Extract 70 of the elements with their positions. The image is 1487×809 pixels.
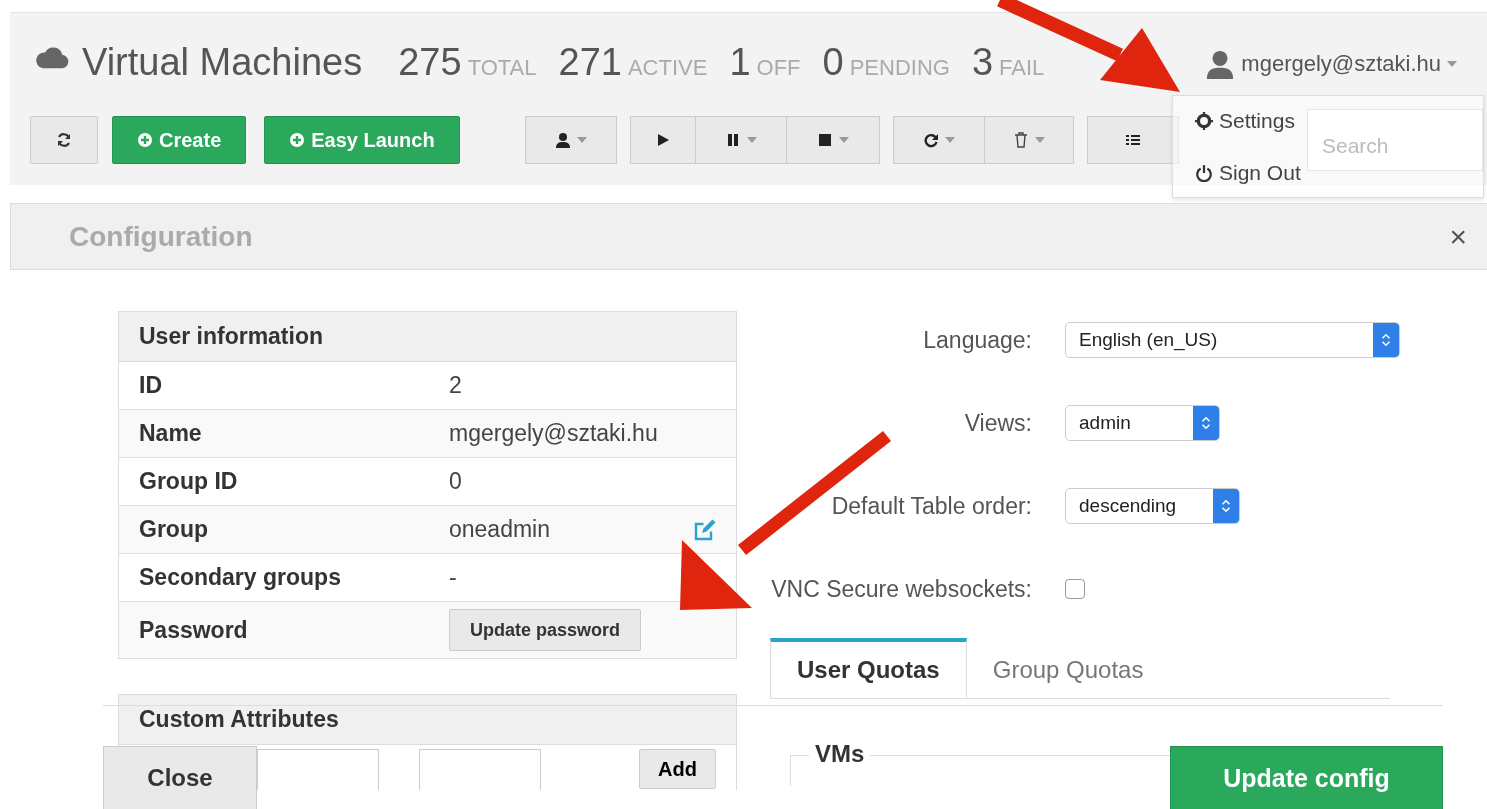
select-field[interactable]: admin xyxy=(1065,405,1220,441)
field-label: Default Table order: xyxy=(830,492,1033,520)
stat-label: PENDING xyxy=(849,55,950,81)
trash-icon xyxy=(1012,132,1029,148)
plus-circle-icon xyxy=(289,132,306,148)
refresh-button[interactable] xyxy=(30,116,98,164)
stat-count: 0 xyxy=(822,41,844,84)
user-dropdown-button[interactable] xyxy=(524,116,617,164)
refresh-icon xyxy=(56,132,72,148)
user-menu-button[interactable]: mgergely@sztaki.hu xyxy=(1205,49,1457,79)
table-header: Custom Attributes xyxy=(119,695,736,745)
stat-count: 271 xyxy=(558,41,622,84)
stat-count: 3 xyxy=(971,41,994,84)
reboot-button[interactable] xyxy=(892,116,985,164)
select-field[interactable]: English (en_US) xyxy=(1065,322,1400,358)
input-field[interactable] xyxy=(419,749,541,790)
checkbox[interactable] xyxy=(1065,579,1085,599)
menu-item[interactable]: Settings xyxy=(1195,110,1295,132)
row-value: - xyxy=(449,564,457,591)
row-label: Group xyxy=(138,516,209,543)
caret-icon xyxy=(944,137,955,143)
plus-circle-icon xyxy=(137,132,153,148)
caret-icon xyxy=(746,137,757,143)
menu-item[interactable]: Sign Out xyxy=(1195,162,1301,184)
stat-label: ACTIVE xyxy=(627,55,708,81)
page-title: Virtual Machines xyxy=(82,41,363,84)
list-button[interactable] xyxy=(1086,116,1179,164)
close-button[interactable]: × xyxy=(1449,219,1467,254)
add-button[interactable]: Add xyxy=(639,749,716,789)
row-value: 2 xyxy=(449,372,462,399)
caret-icon xyxy=(576,137,587,143)
close-button[interactable]: Close xyxy=(103,746,257,809)
caret-icon xyxy=(1447,61,1457,67)
row-label: ID xyxy=(138,372,163,399)
edit-icon[interactable] xyxy=(692,517,718,542)
list-icon xyxy=(1124,132,1141,148)
update-password-button[interactable]: Update password xyxy=(449,609,642,651)
stat-label: TOTAL xyxy=(467,55,537,81)
delete-button[interactable] xyxy=(983,116,1074,164)
input-field[interactable] xyxy=(257,749,379,790)
row-label: Name xyxy=(138,420,203,447)
row-value: 0 xyxy=(449,468,462,495)
field-label: Views: xyxy=(963,409,1033,437)
stat-count: 1 xyxy=(729,41,751,84)
user-icon xyxy=(554,132,571,148)
tab[interactable]: Group Quotas xyxy=(966,638,1170,698)
row-label: Secondary groups xyxy=(138,564,342,591)
stop-icon xyxy=(816,132,833,148)
user-icon xyxy=(1205,49,1236,79)
play-button[interactable] xyxy=(629,116,696,164)
power-icon xyxy=(1195,164,1213,182)
row-label: Password xyxy=(138,616,249,644)
field-label: VNC Secure websockets: xyxy=(770,575,1033,603)
field-label: Language: xyxy=(922,326,1033,354)
select-field[interactable]: descending xyxy=(1065,488,1240,524)
row-value: mgergely@sztaki.hu xyxy=(449,420,658,447)
search-field[interactable]: Search xyxy=(1307,109,1483,171)
panel-title: Configuration xyxy=(69,220,253,253)
row-value: oneadmin xyxy=(449,516,551,543)
caret-icon xyxy=(1034,137,1045,143)
table-header: User information xyxy=(119,312,736,362)
stop-button[interactable] xyxy=(785,116,880,164)
stat-label: OFF xyxy=(756,55,801,81)
row-label: Group ID xyxy=(138,468,239,495)
stat-label: FAIL xyxy=(999,55,1045,81)
tab[interactable]: User Quotas xyxy=(770,638,967,698)
caret-icon xyxy=(838,137,849,143)
pause-button[interactable] xyxy=(694,116,787,164)
refresh-icon xyxy=(922,132,939,148)
stat-count: 275 xyxy=(398,41,462,84)
